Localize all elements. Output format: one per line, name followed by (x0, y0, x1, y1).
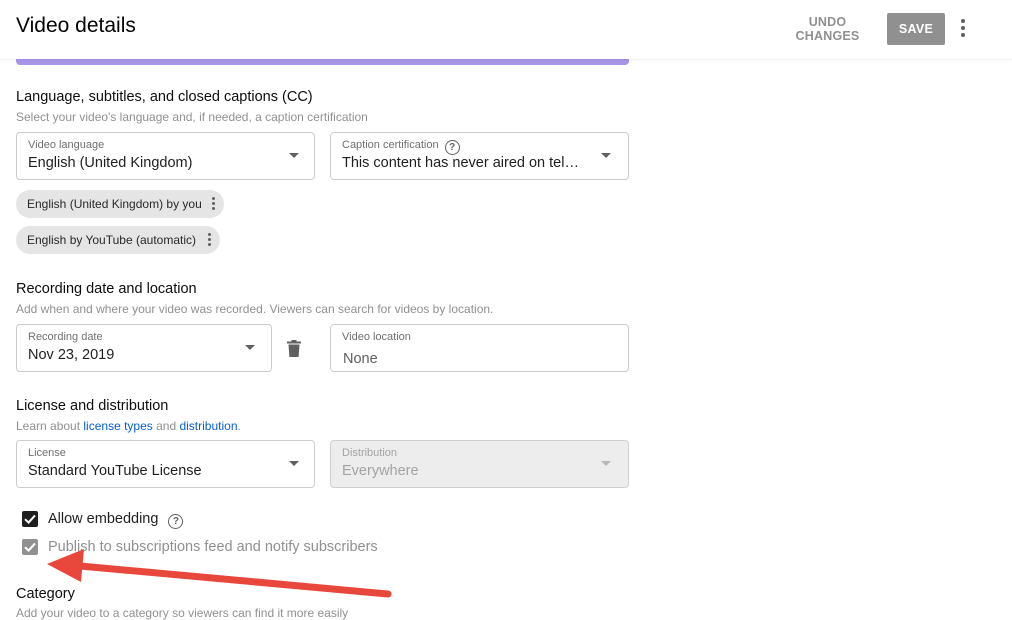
save-button[interactable]: SAVE (887, 13, 945, 45)
header-bar: Video details UNDO CHANGES SAVE (0, 0, 1012, 59)
more-options-icon[interactable] (953, 16, 973, 42)
page-title: Video details (16, 14, 136, 37)
annotation-arrow (47, 549, 392, 598)
undo-changes-button[interactable]: UNDO CHANGES (775, 14, 880, 44)
